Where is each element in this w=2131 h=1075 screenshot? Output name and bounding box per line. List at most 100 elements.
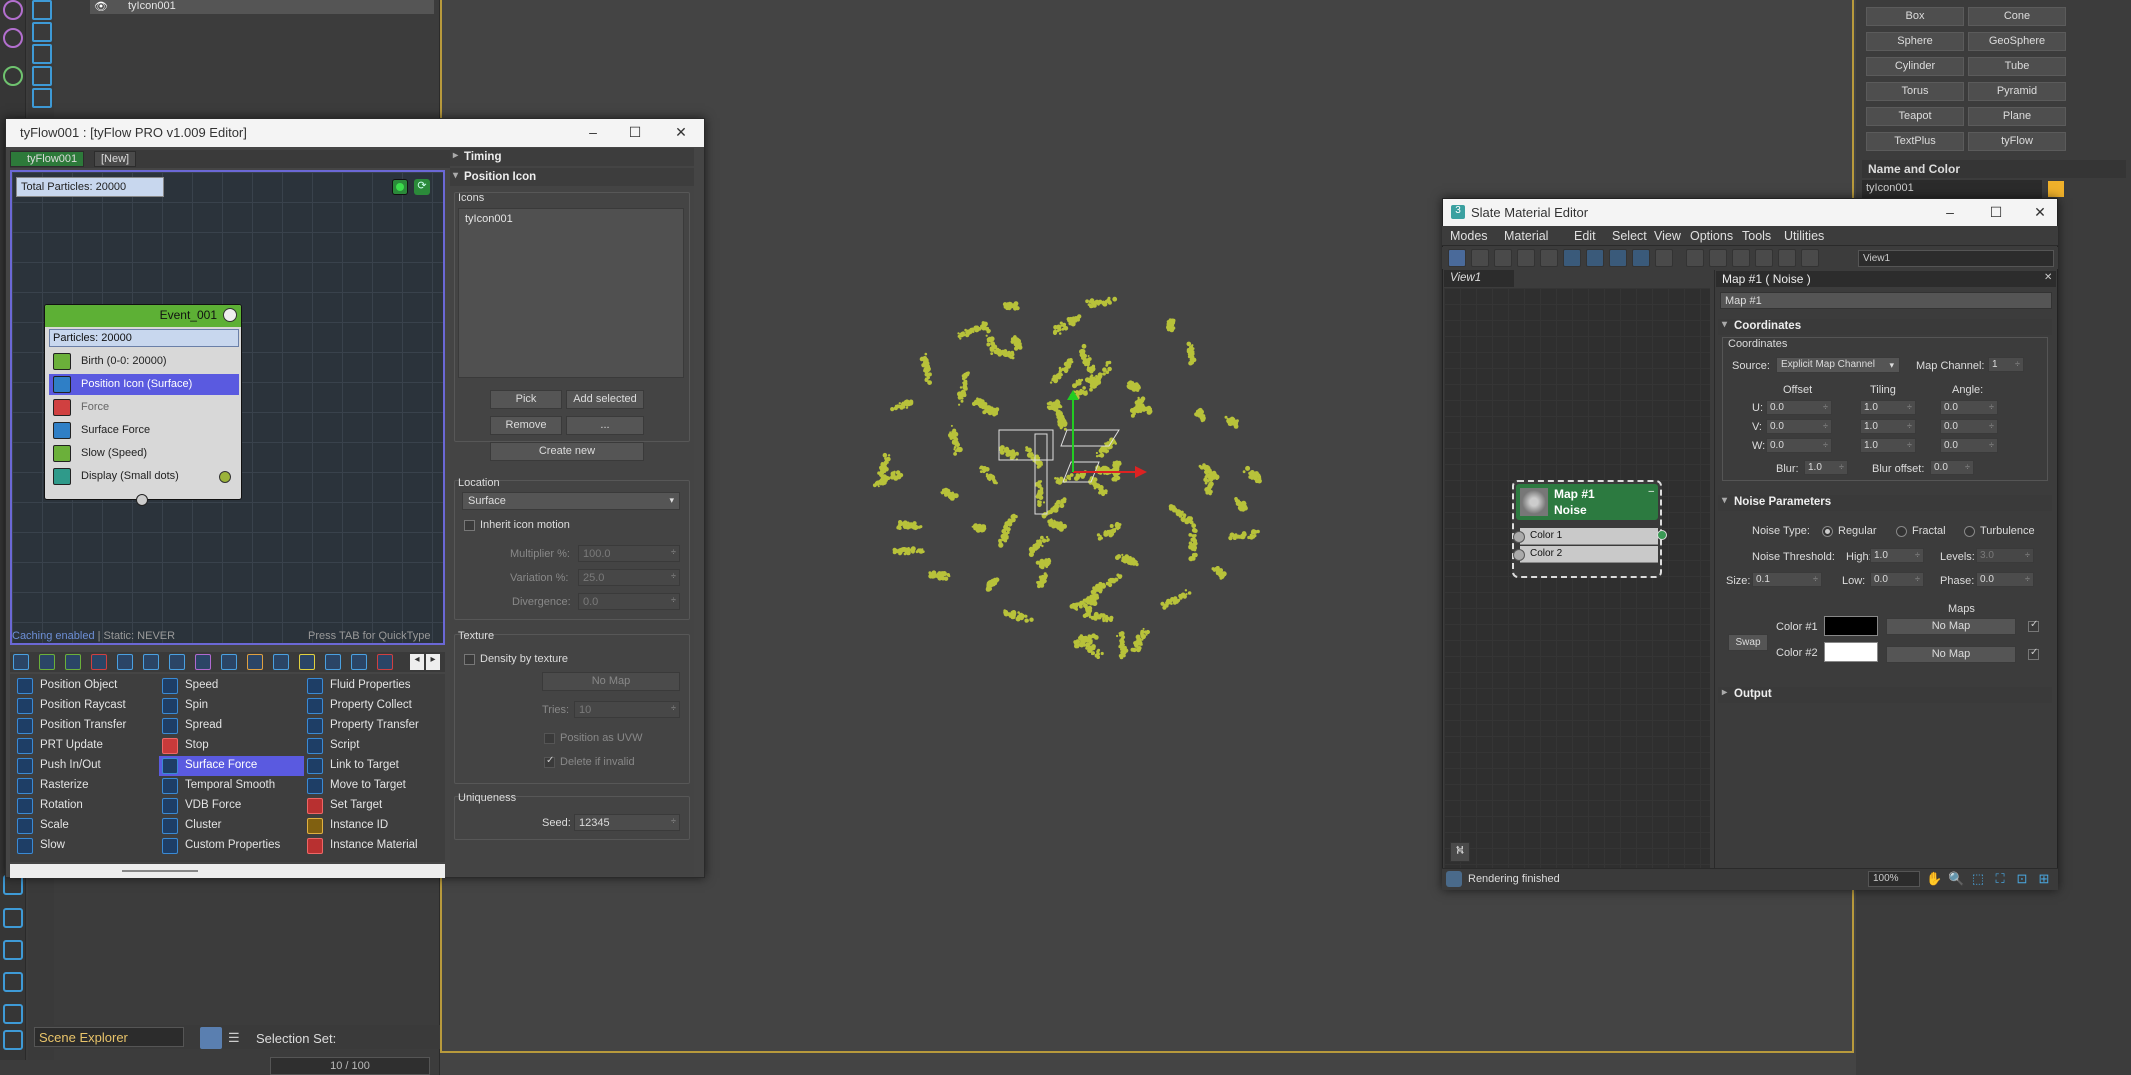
color2-swatch[interactable] [1824, 642, 1878, 662]
node-view[interactable] [1444, 288, 1710, 868]
rollout-timing[interactable]: Timing [450, 148, 694, 166]
depot-operator[interactable]: PRT Update [14, 736, 159, 756]
minimize-icon[interactable]: – [1941, 204, 1959, 222]
view-tab[interactable]: View1 [1444, 270, 1514, 287]
depot-operator[interactable]: Speed [159, 676, 304, 696]
filter-icon[interactable] [32, 0, 52, 20]
tool-icon[interactable] [3, 875, 23, 895]
time-slider[interactable]: 10 / 100 [270, 1057, 430, 1075]
category-icon[interactable] [13, 654, 29, 670]
add-selected-button[interactable]: Add selected [566, 390, 644, 409]
depot-operator[interactable]: Link to Target [304, 756, 449, 776]
operator-depot-scrollbar[interactable] [10, 864, 445, 878]
tool-icon[interactable] [3, 0, 23, 20]
tool-icon[interactable] [3, 1004, 23, 1024]
object-button-cone[interactable]: Cone [1968, 7, 2066, 26]
eye-icon[interactable]: 👁 [94, 0, 108, 13]
menu-select[interactable]: Select [1612, 229, 1647, 243]
filter-icon[interactable] [32, 22, 52, 42]
toolbar-icon[interactable] [1732, 249, 1750, 267]
depot-operator[interactable]: Spin [159, 696, 304, 716]
levels-spinner[interactable]: 3.0 [1976, 548, 2034, 563]
event-output-socket[interactable] [136, 494, 148, 506]
filter-icon[interactable] [32, 88, 52, 108]
depot-operator[interactable]: Position Transfer [14, 716, 159, 736]
tool-icon[interactable] [3, 66, 23, 86]
object-button-teapot[interactable]: Teapot [1866, 107, 1964, 126]
depot-operator[interactable]: Scale [14, 816, 159, 836]
toolbar-icon[interactable] [1494, 249, 1512, 267]
object-button-plane[interactable]: Plane [1968, 107, 2066, 126]
category-icon[interactable] [169, 654, 185, 670]
event-header[interactable]: Event_001 [45, 305, 241, 327]
depot-operator[interactable]: Script [304, 736, 449, 756]
object-button-geosphere[interactable]: GeoSphere [1968, 32, 2066, 51]
fit-view-icon[interactable]: ⊞ [2036, 871, 2052, 887]
menu-edit[interactable]: Edit [1574, 229, 1596, 243]
more-button[interactable]: ... [566, 416, 644, 435]
depot-operator[interactable]: Custom Properties [159, 836, 304, 856]
toolbar-icon[interactable] [1517, 249, 1535, 267]
tool-icon[interactable] [3, 972, 23, 992]
toolbar-icon[interactable] [1586, 249, 1604, 267]
event-node[interactable]: Event_001 Particles: 20000 Birth (0-0: 2… [44, 304, 242, 500]
category-icon[interactable] [377, 654, 393, 670]
navigator-icon[interactable]: ⛕ [1450, 842, 1470, 862]
toolbar-icon[interactable] [1755, 249, 1773, 267]
size-spinner[interactable]: 0.1 [1752, 572, 1822, 587]
event-operator[interactable]: Surface Force [49, 420, 239, 441]
node-output-socket[interactable] [1657, 530, 1667, 540]
multiplier-spinner[interactable]: 100.0 [578, 545, 680, 562]
toolbar-icon[interactable] [1563, 249, 1581, 267]
tiling-v-spinner[interactable]: 1.0 [1860, 419, 1916, 434]
depot-operator[interactable]: VDB Force [159, 796, 304, 816]
coordinates-rollout[interactable]: Coordinates [1718, 319, 2052, 335]
tool-icon[interactable] [3, 940, 23, 960]
object-name-field[interactable]: tyIcon001 [1862, 180, 2042, 198]
refresh-icon[interactable]: ⟳ [414, 179, 430, 195]
offset-v-spinner[interactable]: 0.0 [1766, 419, 1832, 434]
location-dropdown[interactable]: Surface [462, 492, 680, 510]
event-operator[interactable]: Display (Small dots) [49, 466, 239, 487]
toolbar-icon[interactable] [1778, 249, 1796, 267]
toolbar-icon[interactable] [1686, 249, 1704, 267]
view-dropdown[interactable]: View1 [1858, 250, 2054, 267]
toolbar-icon[interactable] [1540, 249, 1558, 267]
object-button-cylinder[interactable]: Cylinder [1866, 57, 1964, 76]
category-icon[interactable] [143, 654, 159, 670]
zoom-region-icon[interactable]: ⬚ [1970, 871, 1986, 887]
variation-spinner[interactable]: 25.0 [578, 569, 680, 586]
rollout-position-icon[interactable]: Position Icon [450, 168, 694, 186]
depot-operator[interactable]: Set Target [304, 796, 449, 816]
color1-swatch[interactable] [1824, 616, 1878, 636]
angle-v-spinner[interactable]: 0.0 [1940, 419, 1998, 434]
scene-explorer-dropdown[interactable]: Scene Explorer [34, 1027, 184, 1047]
depot-operator[interactable]: Property Collect [304, 696, 449, 716]
tries-spinner[interactable]: 10 [574, 701, 680, 718]
filter-icon[interactable] [32, 66, 52, 86]
category-icon[interactable] [325, 654, 341, 670]
filter-icon[interactable] [32, 44, 52, 64]
offset-u-spinner[interactable]: 0.0 [1766, 400, 1832, 415]
category-icon[interactable] [91, 654, 107, 670]
toolbar-icon[interactable] [1709, 249, 1727, 267]
pick-button[interactable]: Pick [490, 390, 562, 409]
node-header[interactable]: Map #1 Noise – [1516, 484, 1658, 520]
density-by-texture-checkbox[interactable] [464, 654, 475, 665]
source-dropdown[interactable]: Explicit Map Channel [1776, 357, 1900, 373]
noise-type-regular-radio[interactable] [1822, 526, 1833, 537]
angle-w-spinner[interactable]: 0.0 [1940, 438, 1998, 453]
tool-icon[interactable] [3, 28, 23, 48]
phase-spinner[interactable]: 0.0 [1976, 572, 2034, 587]
tool-icon[interactable] [3, 908, 23, 928]
noise-parameters-rollout[interactable]: Noise Parameters [1718, 495, 2052, 511]
category-icon[interactable] [117, 654, 133, 670]
category-icon[interactable] [39, 654, 55, 670]
object-button-pyramid[interactable]: Pyramid [1968, 82, 2066, 101]
icons-list-item[interactable]: tyIcon001 [465, 213, 677, 225]
depot-operator[interactable]: Rasterize [14, 776, 159, 796]
tab-tyflow001[interactable]: tyFlow001 [10, 151, 85, 167]
toolbar-icon[interactable] [1801, 249, 1819, 267]
node-slot-color1[interactable]: Color 1 [1513, 528, 1658, 545]
depot-operator[interactable]: Spread [159, 716, 304, 736]
